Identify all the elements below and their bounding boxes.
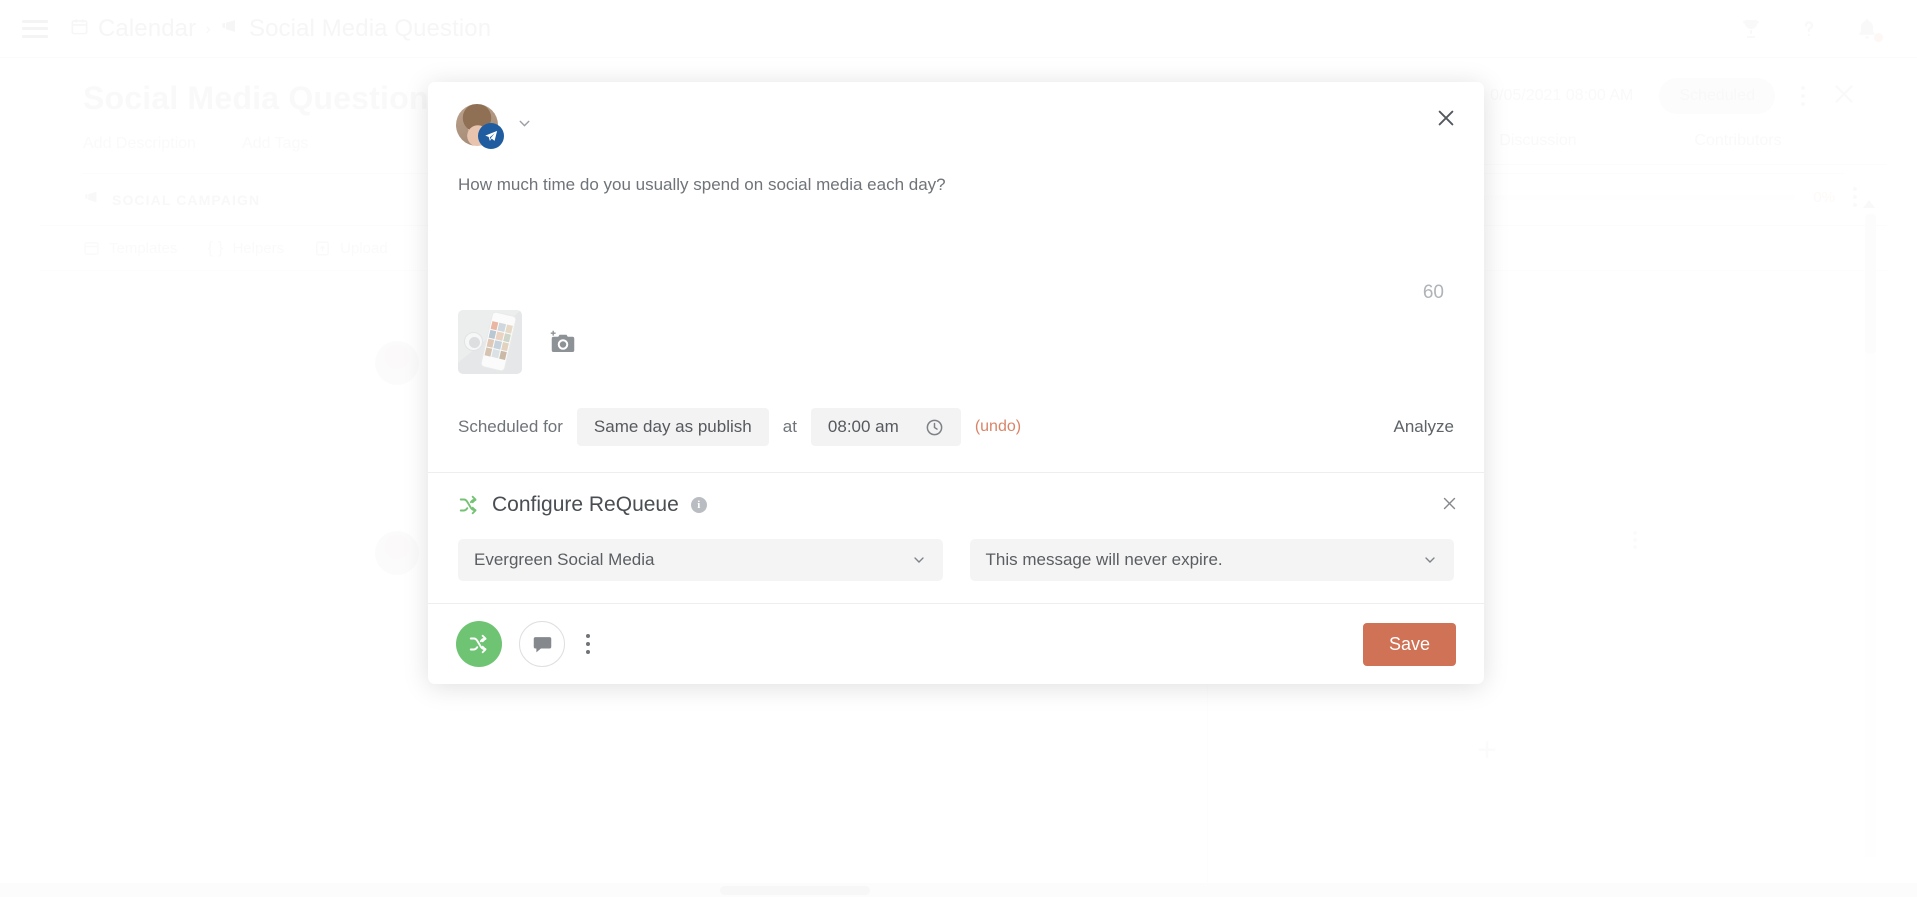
profile-selector[interactable]: [456, 104, 1456, 149]
schedule-at-label: at: [782, 417, 797, 436]
character-counter: 60: [1422, 282, 1444, 303]
undo-link[interactable]: (undo): [975, 418, 1021, 436]
requeue-title: Configure ReQueue: [492, 493, 679, 516]
schedule-time-selector[interactable]: 08:00 am: [810, 408, 961, 446]
character-counter-row: 60: [428, 264, 1484, 304]
requeue-group-value: Evergreen Social Media: [474, 550, 655, 569]
clock-icon[interactable]: [925, 418, 944, 437]
requeue-header: Configure ReQueue i: [458, 493, 1454, 517]
modal-footer: Save: [428, 603, 1484, 684]
schedule-time-value: 08:00 am: [827, 417, 899, 436]
attached-media-thumbnail[interactable]: [458, 310, 522, 374]
analyze-button[interactable]: Analyze: [1394, 417, 1454, 437]
thumbnail-phone-grid: [483, 321, 513, 365]
comment-button[interactable]: [519, 621, 565, 667]
configure-requeue-section: Configure ReQueue i Evergreen Social Med…: [428, 472, 1484, 603]
schedule-row: Scheduled for Same day as publish at 08:…: [428, 374, 1484, 472]
add-photo-icon[interactable]: [548, 327, 578, 357]
chevron-down-icon[interactable]: [516, 115, 533, 135]
avatar: [456, 104, 504, 149]
scheduled-for-label: Scheduled for: [458, 417, 563, 436]
requeue-group-select[interactable]: Evergreen Social Media: [458, 539, 943, 581]
telegram-badge-icon: [478, 123, 504, 149]
compose-message-modal: How much time do you usually spend on so…: [428, 82, 1484, 684]
schedule-day-selector[interactable]: Same day as publish: [576, 408, 769, 446]
requeue-expiration-select[interactable]: This message will never expire.: [969, 539, 1454, 581]
shuffle-icon: [458, 494, 480, 516]
requeue-expiration-value: This message will never expire.: [985, 550, 1223, 569]
close-icon[interactable]: [1432, 104, 1460, 132]
more-options-icon[interactable]: [582, 634, 594, 654]
message-text[interactable]: How much time do you usually spend on so…: [458, 172, 1454, 198]
chevron-down-icon: [1422, 552, 1438, 568]
requeue-toggle-button[interactable]: [456, 621, 502, 667]
requeue-selects: Evergreen Social Media This message will…: [458, 539, 1454, 581]
chevron-down-icon: [911, 552, 927, 568]
modal-header: [428, 82, 1484, 149]
requeue-close-icon[interactable]: [1441, 495, 1458, 512]
media-attachments-row: [428, 304, 1484, 374]
save-button[interactable]: Save: [1362, 622, 1456, 666]
thumbnail-cup: [464, 332, 483, 351]
thumbnail-phone: [479, 310, 518, 373]
info-icon[interactable]: i: [690, 497, 707, 513]
message-compose-area[interactable]: How much time do you usually spend on so…: [428, 146, 1484, 264]
